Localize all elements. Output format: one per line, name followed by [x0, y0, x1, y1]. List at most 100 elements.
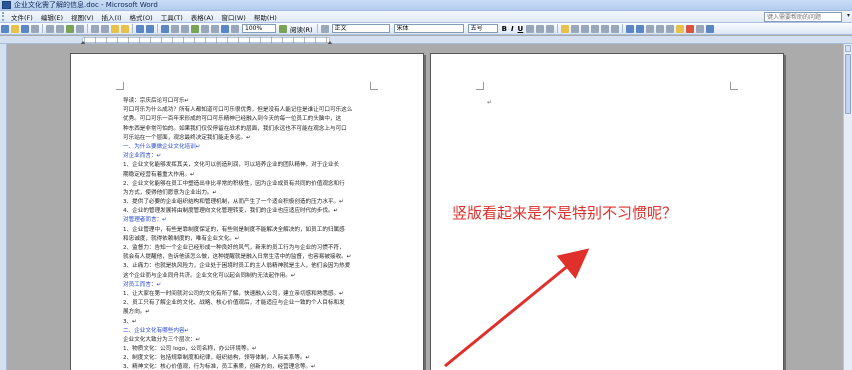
align-right-icon[interactable]	[581, 24, 590, 33]
font-color-icon[interactable]	[686, 24, 695, 33]
char-scale-icon[interactable]	[546, 24, 555, 33]
insert-excel-icon[interactable]	[191, 24, 199, 33]
menu-tools[interactable]: 工具(T)	[157, 12, 187, 22]
word-app-icon	[2, 1, 11, 9]
document-line: 和忠诚度，就得依赖制度的，唯有企业文化。↵	[123, 235, 240, 242]
document-line: 二、企业文化有哪些内容↵	[123, 327, 190, 334]
document-line: 3、↵	[123, 318, 137, 325]
font-select[interactable]: 宋体	[393, 24, 464, 33]
window-title: 企业文化需了解的信息.doc - Microsoft Word	[14, 1, 158, 9]
align-center-icon[interactable]	[571, 24, 580, 33]
styles-pane-icon[interactable]	[320, 24, 329, 33]
spelling-icon[interactable]	[66, 24, 74, 33]
menu-insert[interactable]: 插入(I)	[98, 12, 126, 22]
numbering-icon[interactable]	[626, 24, 635, 33]
document-line: 1、企业管理中，有些是靠制度保证的，有些则是制度不能解决全解决的，如员工的归属感	[123, 226, 345, 233]
document-line: 优秀。可口可乐一百年来形成的可口可乐精神已经融入到今天的每一位员工的头脑中，这	[123, 116, 342, 123]
insert-table-icon[interactable]	[181, 24, 189, 33]
document-map-icon[interactable]	[221, 24, 229, 33]
document-line: 3、精神文化：核心价值观，行为标准，员工素质，创新方向，经营理念等。↵	[123, 364, 316, 370]
scroll-up-button[interactable]	[845, 45, 851, 52]
copy-icon[interactable]	[101, 24, 109, 33]
page-1[interactable]: 导读：宗庆后论可口可乐↵ 可口可乐为什么成功？所有人都知道可口可乐很优秀，但是没有…	[70, 53, 424, 370]
menu-edit[interactable]: 编辑(E)	[37, 12, 67, 22]
help-icon[interactable]	[279, 24, 287, 33]
document-body[interactable]: 导读：宗庆后论可口可乐↵ 可口可乐为什么成功？所有人都知道可口可乐很优秀，但是没有…	[123, 97, 373, 370]
undo-icon[interactable]	[136, 24, 144, 33]
cut-icon[interactable]	[91, 24, 99, 33]
document-line: 企业文化大致分为三个层次：↵	[123, 336, 201, 343]
document-line: 1、物质文化：公司 logo，公司名称，办公环境等。↵	[123, 346, 257, 353]
paste-icon[interactable]	[111, 24, 119, 33]
distributed-icon[interactable]	[601, 24, 610, 33]
style-select[interactable]: 正文	[331, 24, 390, 33]
document-line: 对员工而言：↵	[123, 281, 162, 288]
horizontal-ruler	[0, 36, 852, 45]
format-painter-icon[interactable]	[121, 24, 129, 33]
scrollbar-thumb[interactable]	[845, 54, 851, 114]
document-line: 期稳定经营有着重大作用。↵	[123, 171, 195, 178]
document-line: 2、制度文化：包括规章制度和纪律，组织结构，领导体制，人际关系等。↵	[123, 355, 311, 362]
menu-view[interactable]: 视图(V)	[67, 12, 98, 22]
document-line: 导读：宗庆后论可口可乐↵	[123, 98, 190, 104]
underline-button[interactable]: U	[518, 25, 524, 33]
title-bar: 企业文化需了解的信息.doc - Microsoft Word	[0, 0, 852, 11]
print-preview-icon[interactable]	[56, 24, 64, 33]
font-size-select[interactable]: 五号	[467, 24, 498, 33]
menu-window[interactable]: 窗口(W)	[217, 12, 250, 22]
document-line: 2、员工只有了解企业的文化、战略、核心价值观后，才能适应与企业一致的个人目标和发	[123, 300, 345, 307]
document-line: 展方向。↵	[123, 309, 151, 316]
menu-format[interactable]: 格式(O)	[126, 12, 157, 22]
menu-bar: 文件(F) 编辑(E) 视图(V) 插入(I) 格式(O) 工具(T) 表格(A…	[0, 11, 852, 23]
redo-icon[interactable]	[146, 24, 154, 33]
document-line: 就会有人提醒他，告诉他该怎么做，这种提醒就是融入日常生活中的监督，也容易被接收。…	[123, 254, 352, 261]
new-document-icon[interactable]	[1, 24, 9, 33]
document-line: 3、提供了必要的企业组织结构和管理机制，从而产生了一个适合积极创造的压力水平。↵	[123, 199, 344, 206]
print-icon[interactable]	[46, 24, 54, 33]
menu-file[interactable]: 文件(F)	[7, 12, 37, 22]
save-icon[interactable]	[21, 24, 29, 33]
menu-help[interactable]: 帮助(H)	[250, 12, 281, 22]
bullets-icon[interactable]	[636, 24, 645, 33]
increase-indent-icon[interactable]	[656, 24, 665, 33]
zoom-select[interactable]: 100%	[242, 24, 276, 33]
annotation-arrow	[444, 248, 590, 368]
align-left-icon[interactable]	[561, 24, 570, 33]
outside-border-icon[interactable]	[666, 24, 675, 33]
help-dropdown-icon[interactable]: ▾	[847, 12, 850, 19]
char-border-icon[interactable]	[526, 24, 535, 33]
document-line: 可口可乐为什么成功？所有人都知道可口可乐很优秀，但是没有人能记住是谁让可口可乐这…	[123, 107, 353, 114]
document-line: 3、止痛力：也就是执风险力，企业处于困境时员工的主人翁精神就是主人，他们会因为热…	[123, 263, 351, 270]
hyperlink-icon[interactable]	[161, 24, 169, 33]
menu-table[interactable]: 表格(A)	[187, 12, 218, 22]
document-line: 这个企业而与企业同舟共济。企业文化可以起合同制约无法起作用。↵	[123, 272, 296, 279]
vertical-scrollbar[interactable]	[843, 44, 852, 370]
document-line: 1、企业文化能够发挥其关，文化可以创造利润，可以培养企业的团队精神，对于企业长	[123, 162, 340, 169]
paragraph-mark: ↵	[487, 99, 493, 106]
read-button[interactable]: 阅读(R)	[290, 24, 313, 34]
permission-icon[interactable]	[31, 24, 39, 33]
line-spacing-icon[interactable]	[611, 24, 620, 33]
tables-borders-icon[interactable]	[171, 24, 179, 33]
columns-icon[interactable]	[201, 24, 209, 33]
document-line: 为方式，使得他们愿意为企业出力。↵	[123, 189, 218, 196]
document-line: 2、企业文化能够在员工中塑造出非比寻常的积极性，因为企业成员有共同的价值观念和行	[123, 180, 345, 187]
document-line: 对企业而言：↵	[123, 153, 162, 160]
highlight-icon[interactable]	[676, 24, 685, 33]
help-search-input[interactable]: 键入需要帮助的问题	[764, 12, 842, 22]
enclose-icon[interactable]	[706, 24, 715, 33]
justify-icon[interactable]	[591, 24, 600, 33]
open-icon[interactable]	[11, 24, 19, 33]
show-hide-icon[interactable]	[231, 24, 239, 33]
research-icon[interactable]	[76, 24, 84, 33]
document-line: 一、为什么要做企业文化培训↵	[123, 143, 201, 150]
vertical-ruler	[0, 44, 7, 370]
pinyin-icon[interactable]	[696, 24, 705, 33]
bold-button[interactable]: B	[502, 25, 507, 33]
toolbar: 100% 阅读(R) 正文 宋体 五号 B I U	[0, 23, 852, 35]
decrease-indent-icon[interactable]	[646, 24, 655, 33]
document-line: 2、监督力：告知一个企业已经形成一种良好的风气，新来的员工行为与企业的习惯不符，	[123, 245, 345, 251]
drawing-icon[interactable]	[211, 24, 219, 33]
char-shading-icon[interactable]	[536, 24, 545, 33]
italic-button[interactable]: I	[511, 25, 514, 33]
